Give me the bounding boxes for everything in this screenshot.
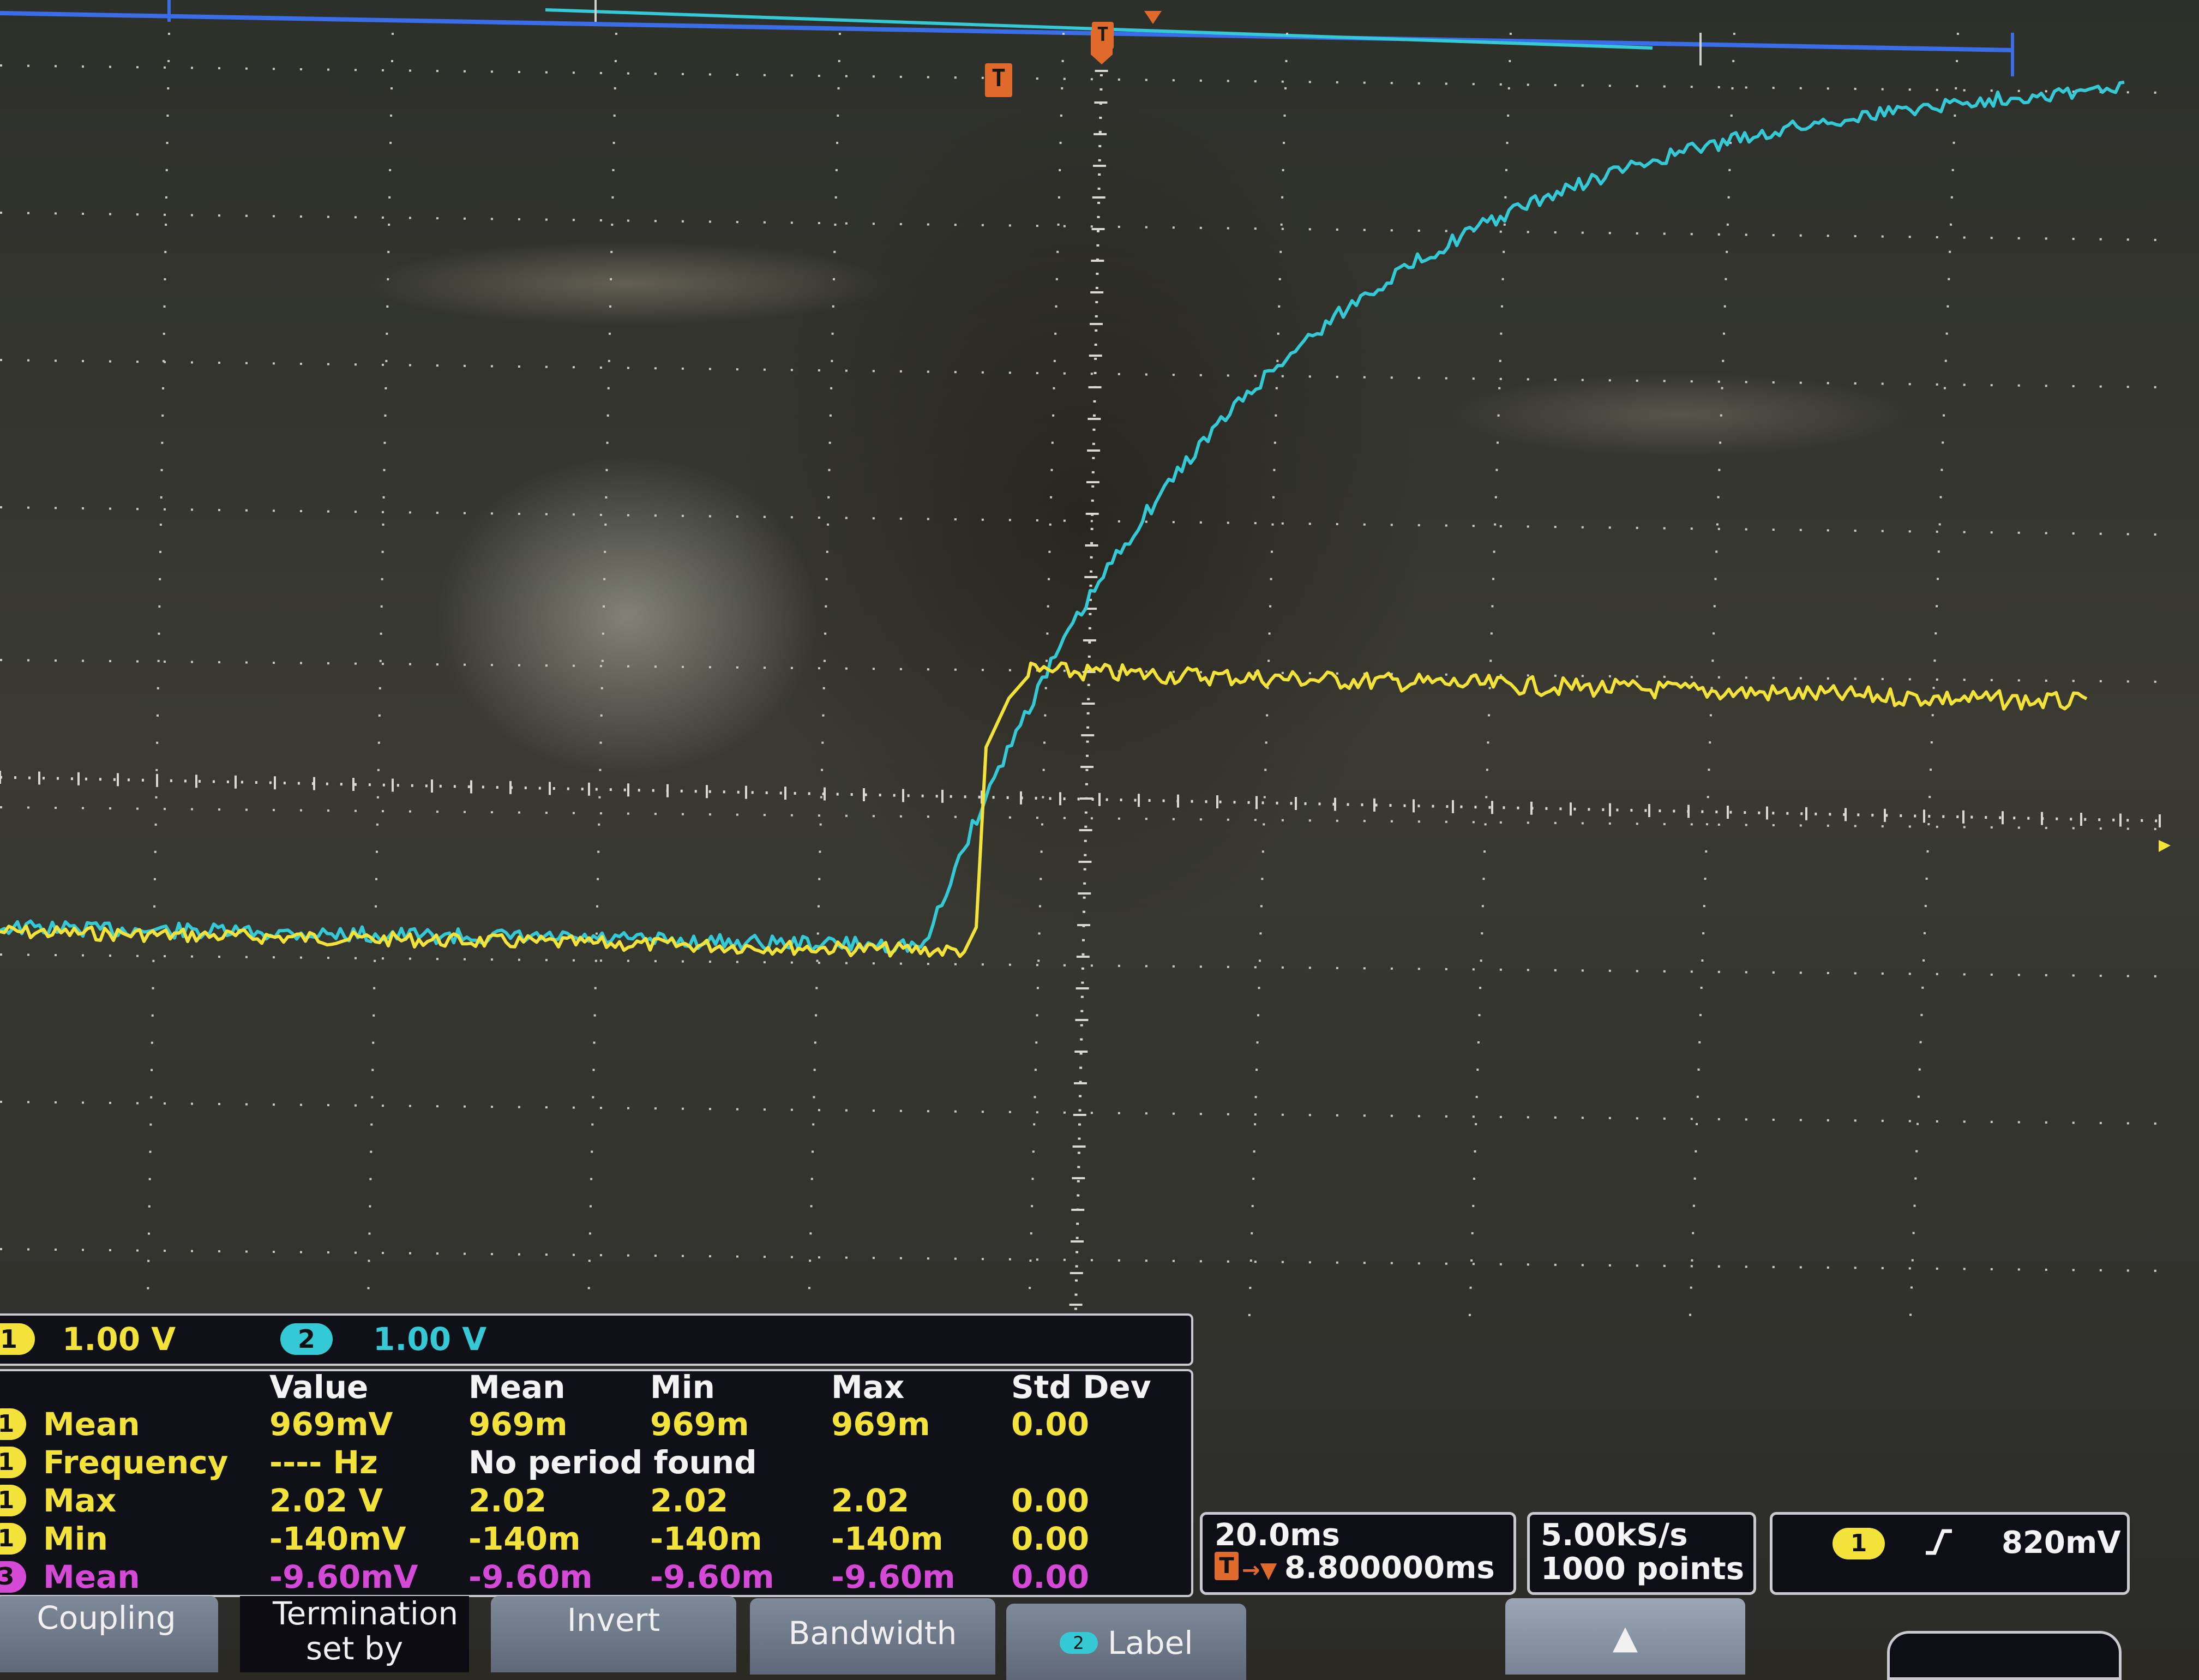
- measurement-row[interactable]: 1 Mean 969mV 969m 969m 969m 0.00: [0, 1405, 1191, 1443]
- grid-line: [0, 359, 2160, 388]
- trigger-position: 8.800000ms: [1284, 1550, 1495, 1586]
- bandwidth-button[interactable]: Bandwidth: [750, 1598, 995, 1675]
- oscilloscope-screen: T T 1 1.00 V 2 1.00 V Value Mean Min Max…: [0, 0, 2199, 1680]
- measurement-table: Value Mean Min Max Std Dev 1 Mean 969mV …: [0, 1369, 1193, 1597]
- measurement-min: 969m: [650, 1406, 749, 1443]
- horizontal-scale: 20.0ms: [1215, 1517, 1340, 1553]
- channel-badge: 1: [0, 1408, 26, 1440]
- measurement-max: -140m: [831, 1520, 944, 1557]
- grid-line: [1074, 59, 1103, 1321]
- termination-button[interactable]: Termination set by: [240, 1596, 469, 1672]
- sample-rate: 5.00kS/s: [1541, 1517, 1688, 1553]
- measurement-min: -9.60m: [650, 1558, 774, 1595]
- header-mean: Mean: [468, 1369, 566, 1406]
- channel-badge: 1: [0, 1447, 26, 1478]
- channel-2-badge[interactable]: 2: [280, 1323, 333, 1355]
- invert-label: Invert: [567, 1601, 660, 1639]
- header-value: Value: [269, 1369, 369, 1406]
- channel-badge: 1: [0, 1523, 26, 1555]
- measurement-name: Max: [43, 1482, 117, 1519]
- grid-line: [1028, 32, 1065, 1331]
- trigger-readout[interactable]: 1 820mV: [1770, 1512, 2130, 1595]
- measurement-value: 969mV: [269, 1406, 393, 1443]
- measurement-mean: 2.02: [468, 1482, 547, 1519]
- measurement-name: Mean: [43, 1406, 140, 1443]
- grid-line: [807, 32, 841, 1331]
- trigger-t-marker-small: T: [1092, 22, 1114, 49]
- measurement-value: -9.60mV: [269, 1558, 418, 1595]
- measurement-std: 0.00: [1011, 1558, 1090, 1595]
- measurement-max: 2.02: [831, 1482, 910, 1519]
- measurement-value: ---- Hz: [269, 1444, 378, 1481]
- measurement-note: No period found: [468, 1444, 757, 1481]
- header-max: Max: [831, 1369, 905, 1406]
- measurement-min: -140m: [650, 1520, 762, 1557]
- measurement-value: -140mV: [269, 1520, 406, 1557]
- grid-line: [0, 806, 2160, 830]
- chevron-up-icon: ▲: [1612, 1618, 1638, 1657]
- measurement-min: 2.02: [650, 1482, 729, 1519]
- graticule: [0, 32, 2161, 1331]
- measurement-value: 2.02 V: [269, 1482, 383, 1519]
- trigger-level-marker: [2159, 840, 2171, 852]
- grid-line: [1909, 32, 1959, 1331]
- measurement-std: 0.00: [1011, 1482, 1090, 1519]
- grid-line: [0, 64, 2160, 94]
- measurement-std: 0.00: [1011, 1406, 1090, 1443]
- termination-label: Termination set by: [273, 1595, 459, 1667]
- header-std-dev: Std Dev: [1011, 1369, 1151, 1406]
- date-readout: [1887, 1631, 2122, 1680]
- coupling-button[interactable]: Coupling: [0, 1596, 218, 1672]
- channel-2-badge-small: 2: [1059, 1632, 1098, 1654]
- channel-1-scale: 1.00 V: [62, 1321, 176, 1358]
- grid-line: [0, 1248, 2160, 1272]
- measurement-row[interactable]: 1 Frequency ---- Hz No period found: [0, 1443, 1191, 1481]
- grid-line: [1689, 32, 1735, 1331]
- measurement-mean: -140m: [468, 1520, 581, 1557]
- measurement-header-row: Value Mean Min Max Std Dev: [0, 1368, 1191, 1406]
- measurement-max: 969m: [831, 1406, 930, 1443]
- rising-edge-icon: [1922, 1526, 1955, 1566]
- channel-badge: 1: [0, 1485, 26, 1516]
- header-min: Min: [650, 1369, 715, 1406]
- timebase-readout[interactable]: 20.0ms T →▼ 8.800000ms: [1200, 1512, 1516, 1595]
- trigger-level: 820mV: [2002, 1525, 2121, 1561]
- measurement-row[interactable]: 1 Min -140mV -140m -140m -140m 0.00: [0, 1520, 1191, 1558]
- record-length: 1000 points: [1541, 1551, 1745, 1587]
- grid-line: [366, 32, 394, 1331]
- grid-line: [0, 1101, 2160, 1125]
- channel-2-scale: 1.00 V: [373, 1321, 487, 1358]
- trigger-t-marker: T: [985, 63, 1012, 97]
- channel-2-waveform: [0, 80, 2125, 955]
- grid-line: [0, 506, 2160, 536]
- measurement-max: -9.60m: [831, 1558, 956, 1595]
- channel-1-waveform: [0, 661, 2088, 958]
- grid-line: [0, 212, 2160, 241]
- channel-1-badge[interactable]: 1: [0, 1323, 35, 1355]
- label-label: Label: [1107, 1624, 1193, 1661]
- measurement-row[interactable]: 3 Mean -9.60mV -9.60m -9.60m -9.60m 0.00: [0, 1558, 1191, 1596]
- grid-line: [146, 32, 170, 1331]
- invert-button[interactable]: Invert: [491, 1596, 736, 1672]
- trigger-t-icon: T: [1215, 1552, 1239, 1580]
- channel-scale-bar: 1 1.00 V 2 1.00 V: [0, 1313, 1193, 1366]
- measurement-name: Mean: [43, 1558, 140, 1595]
- measurement-row[interactable]: 1 Max 2.02 V 2.02 2.02 2.02 0.00: [0, 1481, 1191, 1520]
- grid-line: [0, 659, 2160, 683]
- menu-up-button[interactable]: ▲: [1505, 1598, 1745, 1675]
- grid-line: [587, 32, 617, 1331]
- measurement-mean: -9.60m: [468, 1558, 593, 1595]
- acquisition-readout[interactable]: 5.00kS/s 1000 points: [1527, 1512, 1756, 1595]
- measurement-name: Frequency: [43, 1444, 229, 1481]
- measurement-mean: 969m: [468, 1406, 568, 1443]
- measurement-name: Min: [43, 1520, 108, 1557]
- trigger-channel-badge: 1: [1832, 1528, 1885, 1559]
- bandwidth-label: Bandwidth: [788, 1615, 957, 1652]
- measurement-std: 0.00: [1011, 1520, 1090, 1557]
- channel-badge: 3: [0, 1561, 26, 1593]
- trigger-offset-arrow-icon: →▼: [1242, 1558, 1277, 1583]
- label-button[interactable]: 2 Label: [1006, 1604, 1246, 1680]
- coupling-label: Coupling: [37, 1599, 176, 1636]
